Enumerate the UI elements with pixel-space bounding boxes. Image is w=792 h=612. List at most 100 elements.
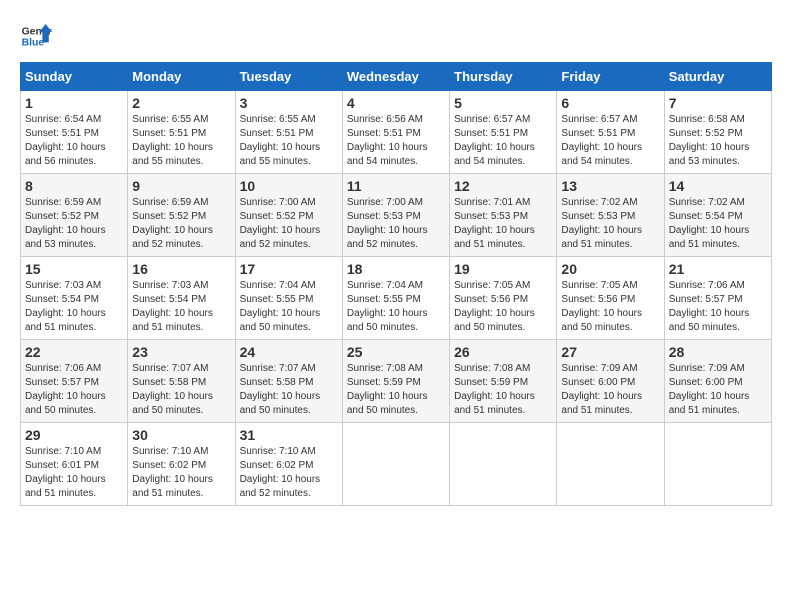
- calendar-cell: 23 Sunrise: 7:07 AMSunset: 5:58 PMDaylig…: [128, 340, 235, 423]
- calendar-cell: [342, 423, 449, 506]
- day-number: 18: [347, 261, 445, 277]
- calendar-cell: 8 Sunrise: 6:59 AMSunset: 5:52 PMDayligh…: [21, 174, 128, 257]
- day-number: 6: [561, 95, 659, 111]
- calendar-cell: 14 Sunrise: 7:02 AMSunset: 5:54 PMDaylig…: [664, 174, 771, 257]
- day-number: 20: [561, 261, 659, 277]
- day-info: Sunrise: 7:07 AMSunset: 5:58 PMDaylight:…: [132, 363, 213, 416]
- weekday-header-row: SundayMondayTuesdayWednesdayThursdayFrid…: [21, 63, 772, 91]
- calendar-table: SundayMondayTuesdayWednesdayThursdayFrid…: [20, 62, 772, 506]
- day-info: Sunrise: 7:06 AMSunset: 5:57 PMDaylight:…: [25, 363, 106, 416]
- calendar-cell: 5 Sunrise: 6:57 AMSunset: 5:51 PMDayligh…: [450, 91, 557, 174]
- day-info: Sunrise: 7:02 AMSunset: 5:53 PMDaylight:…: [561, 197, 642, 250]
- week-row-1: 1 Sunrise: 6:54 AMSunset: 5:51 PMDayligh…: [21, 91, 772, 174]
- calendar-cell: 7 Sunrise: 6:58 AMSunset: 5:52 PMDayligh…: [664, 91, 771, 174]
- calendar-cell: 15 Sunrise: 7:03 AMSunset: 5:54 PMDaylig…: [21, 257, 128, 340]
- day-number: 5: [454, 95, 552, 111]
- week-row-3: 15 Sunrise: 7:03 AMSunset: 5:54 PMDaylig…: [21, 257, 772, 340]
- day-number: 14: [669, 178, 767, 194]
- weekday-header-saturday: Saturday: [664, 63, 771, 91]
- day-info: Sunrise: 6:57 AMSunset: 5:51 PMDaylight:…: [454, 114, 535, 167]
- calendar-cell: 16 Sunrise: 7:03 AMSunset: 5:54 PMDaylig…: [128, 257, 235, 340]
- day-info: Sunrise: 6:59 AMSunset: 5:52 PMDaylight:…: [132, 197, 213, 250]
- calendar-cell: [664, 423, 771, 506]
- day-info: Sunrise: 7:10 AMSunset: 6:01 PMDaylight:…: [25, 446, 106, 499]
- day-number: 15: [25, 261, 123, 277]
- calendar-cell: 3 Sunrise: 6:55 AMSunset: 5:51 PMDayligh…: [235, 91, 342, 174]
- day-number: 21: [669, 261, 767, 277]
- day-number: 1: [25, 95, 123, 111]
- weekday-header-thursday: Thursday: [450, 63, 557, 91]
- calendar-cell: 22 Sunrise: 7:06 AMSunset: 5:57 PMDaylig…: [21, 340, 128, 423]
- calendar-cell: 20 Sunrise: 7:05 AMSunset: 5:56 PMDaylig…: [557, 257, 664, 340]
- calendar-cell: 31 Sunrise: 7:10 AMSunset: 6:02 PMDaylig…: [235, 423, 342, 506]
- calendar-cell: 13 Sunrise: 7:02 AMSunset: 5:53 PMDaylig…: [557, 174, 664, 257]
- day-info: Sunrise: 7:00 AMSunset: 5:52 PMDaylight:…: [240, 197, 321, 250]
- day-info: Sunrise: 6:58 AMSunset: 5:52 PMDaylight:…: [669, 114, 750, 167]
- day-number: 17: [240, 261, 338, 277]
- week-row-4: 22 Sunrise: 7:06 AMSunset: 5:57 PMDaylig…: [21, 340, 772, 423]
- day-number: 16: [132, 261, 230, 277]
- day-number: 13: [561, 178, 659, 194]
- calendar-cell: 2 Sunrise: 6:55 AMSunset: 5:51 PMDayligh…: [128, 91, 235, 174]
- day-number: 30: [132, 427, 230, 443]
- day-number: 29: [25, 427, 123, 443]
- calendar-cell: 24 Sunrise: 7:07 AMSunset: 5:58 PMDaylig…: [235, 340, 342, 423]
- calendar-cell: 4 Sunrise: 6:56 AMSunset: 5:51 PMDayligh…: [342, 91, 449, 174]
- day-info: Sunrise: 6:59 AMSunset: 5:52 PMDaylight:…: [25, 197, 106, 250]
- calendar-cell: 11 Sunrise: 7:00 AMSunset: 5:53 PMDaylig…: [342, 174, 449, 257]
- day-info: Sunrise: 6:54 AMSunset: 5:51 PMDaylight:…: [25, 114, 106, 167]
- day-info: Sunrise: 7:05 AMSunset: 5:56 PMDaylight:…: [561, 280, 642, 333]
- day-info: Sunrise: 7:01 AMSunset: 5:53 PMDaylight:…: [454, 197, 535, 250]
- day-info: Sunrise: 7:08 AMSunset: 5:59 PMDaylight:…: [347, 363, 428, 416]
- day-number: 19: [454, 261, 552, 277]
- day-number: 2: [132, 95, 230, 111]
- calendar-cell: 1 Sunrise: 6:54 AMSunset: 5:51 PMDayligh…: [21, 91, 128, 174]
- day-info: Sunrise: 7:00 AMSunset: 5:53 PMDaylight:…: [347, 197, 428, 250]
- day-info: Sunrise: 6:55 AMSunset: 5:51 PMDaylight:…: [240, 114, 321, 167]
- calendar-cell: 18 Sunrise: 7:04 AMSunset: 5:55 PMDaylig…: [342, 257, 449, 340]
- weekday-header-monday: Monday: [128, 63, 235, 91]
- page-header: General Blue: [20, 20, 772, 52]
- day-number: 8: [25, 178, 123, 194]
- logo: General Blue: [20, 20, 52, 52]
- day-info: Sunrise: 7:10 AMSunset: 6:02 PMDaylight:…: [132, 446, 213, 499]
- day-number: 3: [240, 95, 338, 111]
- day-info: Sunrise: 6:56 AMSunset: 5:51 PMDaylight:…: [347, 114, 428, 167]
- logo-icon: General Blue: [20, 20, 52, 52]
- calendar-cell: 25 Sunrise: 7:08 AMSunset: 5:59 PMDaylig…: [342, 340, 449, 423]
- weekday-header-tuesday: Tuesday: [235, 63, 342, 91]
- day-number: 22: [25, 344, 123, 360]
- calendar-cell: 26 Sunrise: 7:08 AMSunset: 5:59 PMDaylig…: [450, 340, 557, 423]
- day-number: 23: [132, 344, 230, 360]
- day-number: 7: [669, 95, 767, 111]
- day-info: Sunrise: 7:10 AMSunset: 6:02 PMDaylight:…: [240, 446, 321, 499]
- day-info: Sunrise: 7:02 AMSunset: 5:54 PMDaylight:…: [669, 197, 750, 250]
- day-number: 9: [132, 178, 230, 194]
- calendar-cell: 12 Sunrise: 7:01 AMSunset: 5:53 PMDaylig…: [450, 174, 557, 257]
- day-info: Sunrise: 7:03 AMSunset: 5:54 PMDaylight:…: [132, 280, 213, 333]
- day-info: Sunrise: 6:55 AMSunset: 5:51 PMDaylight:…: [132, 114, 213, 167]
- week-row-2: 8 Sunrise: 6:59 AMSunset: 5:52 PMDayligh…: [21, 174, 772, 257]
- weekday-header-friday: Friday: [557, 63, 664, 91]
- day-info: Sunrise: 7:09 AMSunset: 6:00 PMDaylight:…: [669, 363, 750, 416]
- svg-text:Blue: Blue: [22, 38, 45, 49]
- calendar-cell: 30 Sunrise: 7:10 AMSunset: 6:02 PMDaylig…: [128, 423, 235, 506]
- weekday-header-wednesday: Wednesday: [342, 63, 449, 91]
- day-info: Sunrise: 7:04 AMSunset: 5:55 PMDaylight:…: [240, 280, 321, 333]
- day-number: 28: [669, 344, 767, 360]
- day-info: Sunrise: 7:06 AMSunset: 5:57 PMDaylight:…: [669, 280, 750, 333]
- day-number: 10: [240, 178, 338, 194]
- day-info: Sunrise: 7:03 AMSunset: 5:54 PMDaylight:…: [25, 280, 106, 333]
- calendar-cell: 28 Sunrise: 7:09 AMSunset: 6:00 PMDaylig…: [664, 340, 771, 423]
- day-info: Sunrise: 7:08 AMSunset: 5:59 PMDaylight:…: [454, 363, 535, 416]
- day-info: Sunrise: 7:04 AMSunset: 5:55 PMDaylight:…: [347, 280, 428, 333]
- day-info: Sunrise: 7:05 AMSunset: 5:56 PMDaylight:…: [454, 280, 535, 333]
- week-row-5: 29 Sunrise: 7:10 AMSunset: 6:01 PMDaylig…: [21, 423, 772, 506]
- calendar-cell: 19 Sunrise: 7:05 AMSunset: 5:56 PMDaylig…: [450, 257, 557, 340]
- calendar-cell: 27 Sunrise: 7:09 AMSunset: 6:00 PMDaylig…: [557, 340, 664, 423]
- calendar-cell: [450, 423, 557, 506]
- calendar-cell: 9 Sunrise: 6:59 AMSunset: 5:52 PMDayligh…: [128, 174, 235, 257]
- calendar-cell: 17 Sunrise: 7:04 AMSunset: 5:55 PMDaylig…: [235, 257, 342, 340]
- day-info: Sunrise: 6:57 AMSunset: 5:51 PMDaylight:…: [561, 114, 642, 167]
- day-number: 25: [347, 344, 445, 360]
